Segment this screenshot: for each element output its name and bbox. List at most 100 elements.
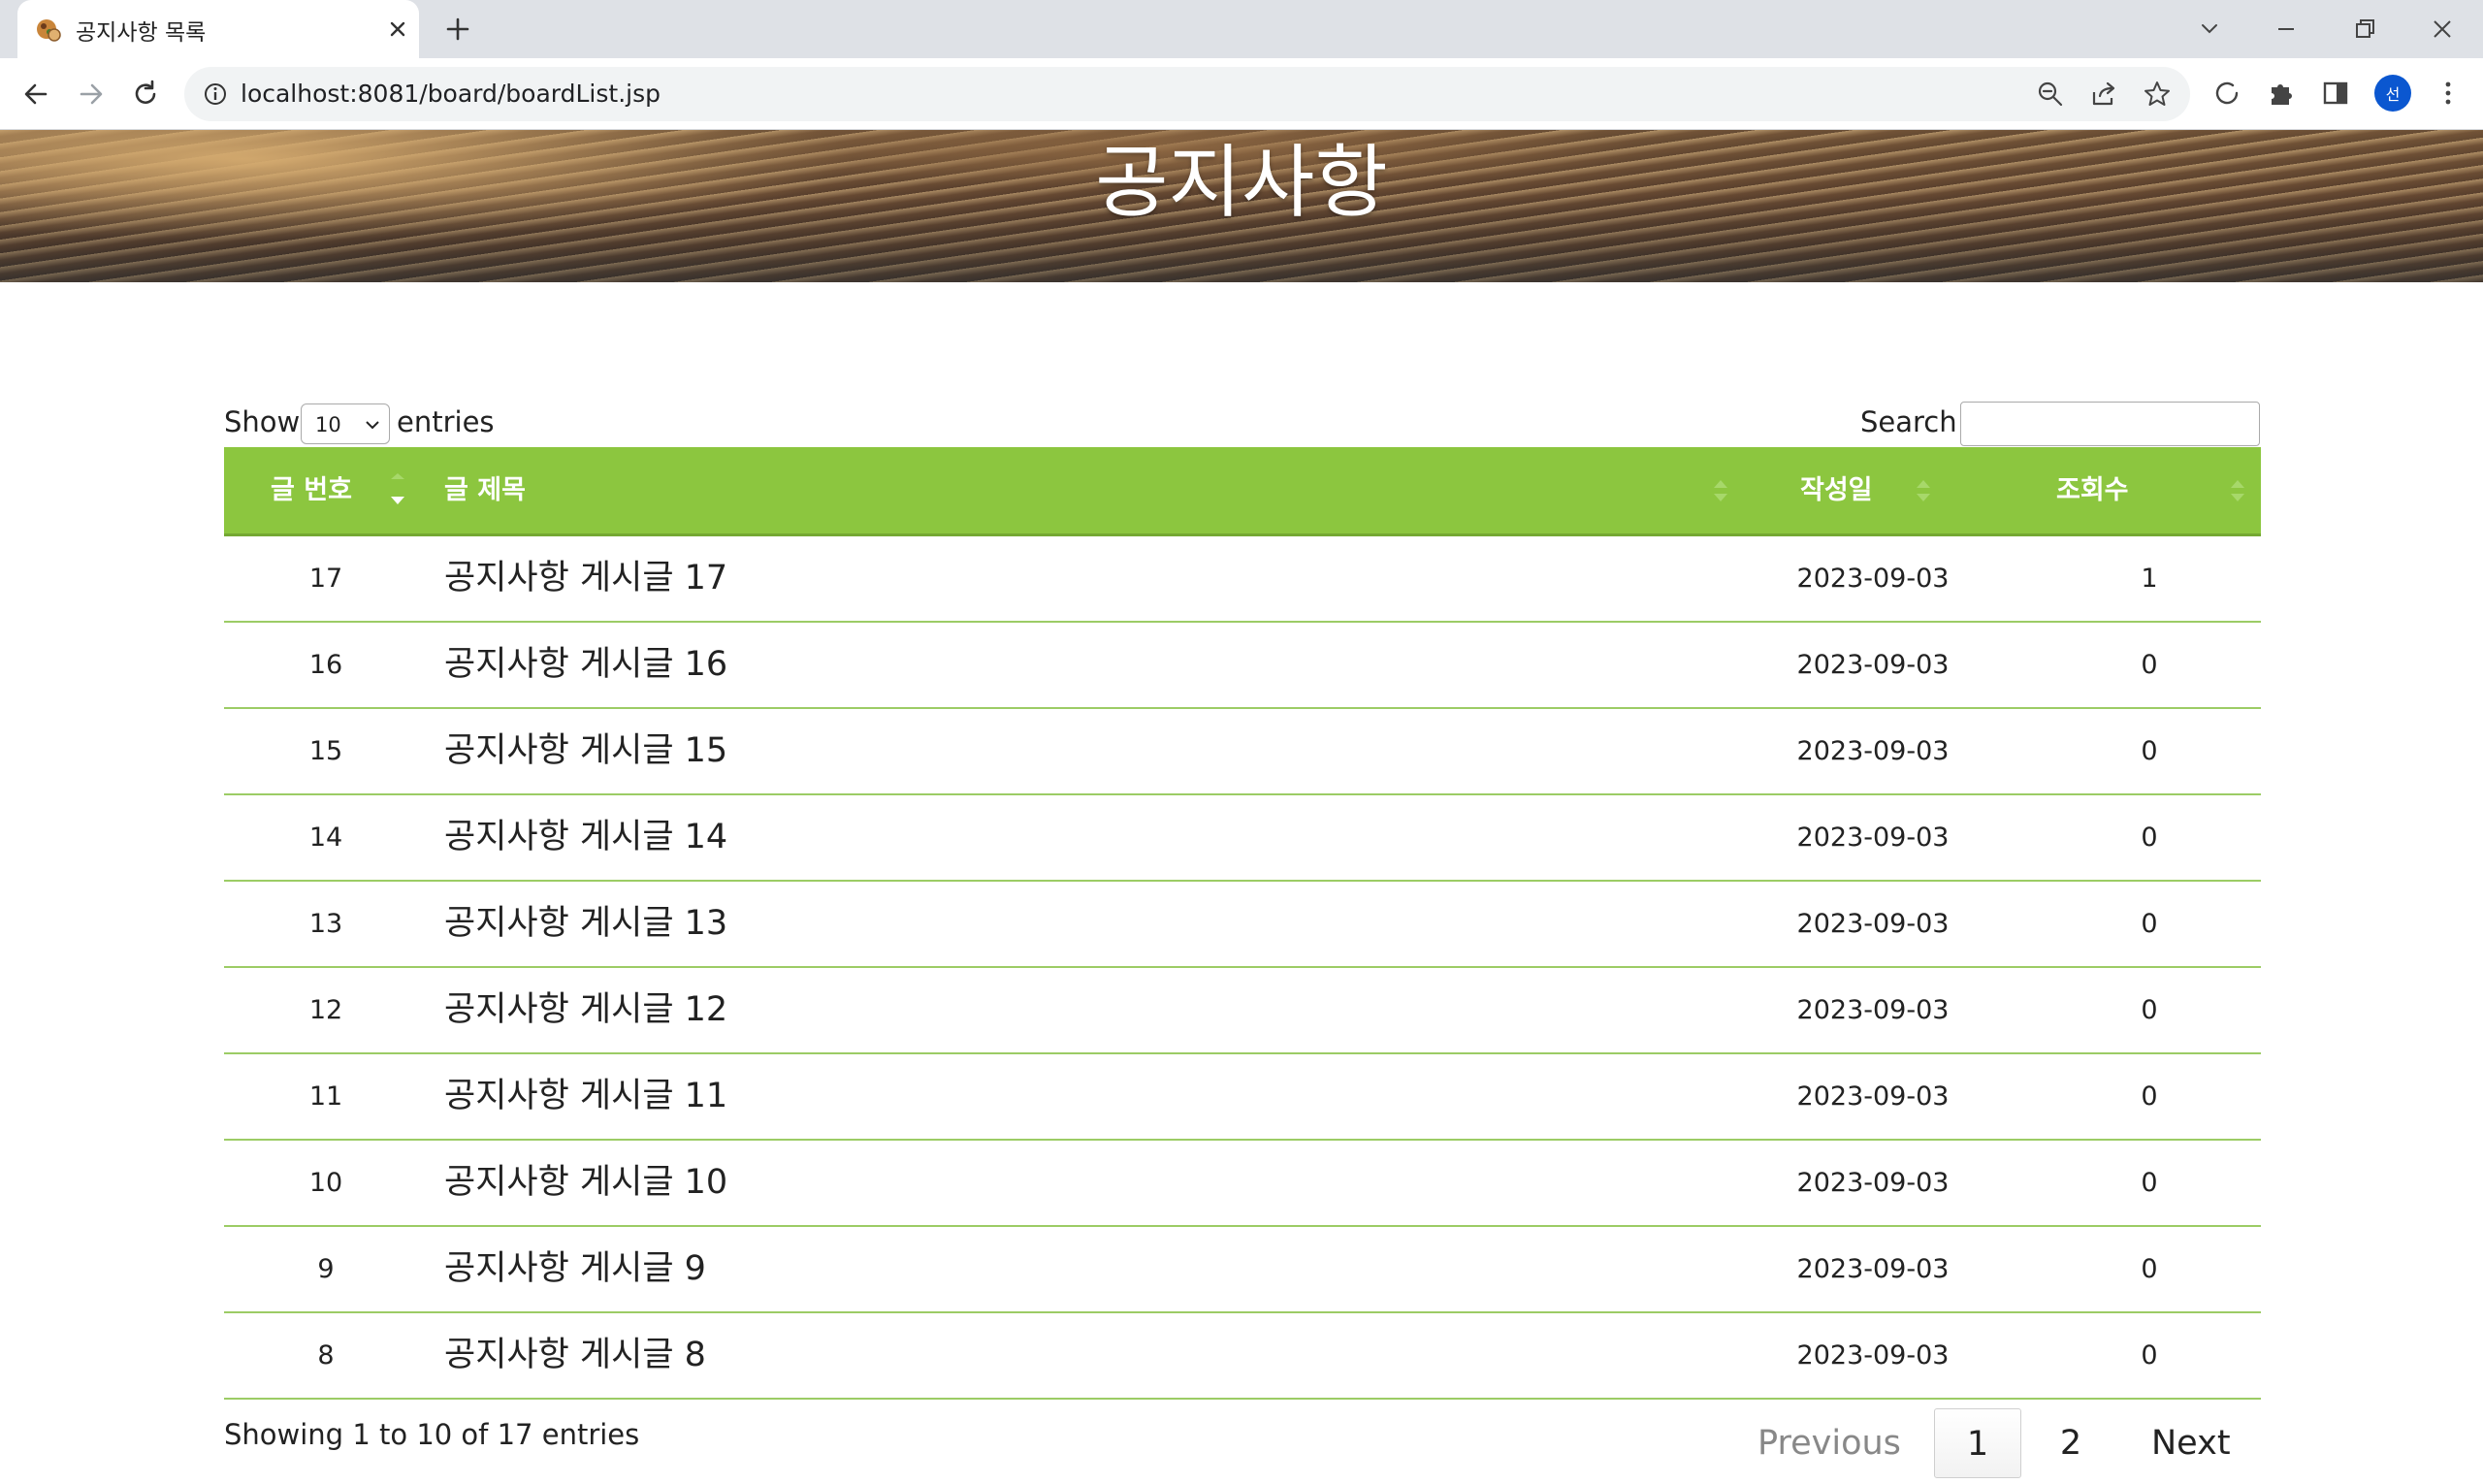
row-date: 2023-09-03 (1796, 564, 1950, 594)
share-icon[interactable] (2088, 79, 2119, 110)
row-title-link[interactable]: 공지사항 게시글 8 (444, 1313, 706, 1398)
site-favicon-icon (37, 19, 61, 42)
sort-both-icon[interactable] (1712, 471, 1729, 510)
row-number: 11 (308, 1081, 343, 1112)
notice-table: 글 번호 글 제목 작성일 조회수 17 공지사항 게시글 17 2023-09… (224, 447, 2261, 1400)
table-header: 글 번호 글 제목 작성일 조회수 (224, 447, 2261, 536)
row-date: 2023-09-03 (1796, 823, 1950, 853)
row-date: 2023-09-03 (1796, 995, 1950, 1025)
close-window-icon[interactable] (2425, 12, 2460, 47)
hero-banner: 공지사항 (0, 130, 2483, 282)
pagination-page-current[interactable]: 1 (1934, 1408, 2021, 1478)
row-title-link[interactable]: 공지사항 게시글 13 (444, 882, 727, 966)
table-row[interactable]: 11 공지사항 게시글 11 2023-09-03 0 (224, 1054, 2261, 1141)
row-title-link[interactable]: 공지사항 게시글 15 (444, 709, 727, 793)
row-title-link[interactable]: 공지사항 게시글 10 (444, 1141, 727, 1225)
row-number: 15 (308, 736, 343, 766)
url-text[interactable]: localhost:8081/board/boardList.jsp (241, 80, 661, 108)
sort-both-icon[interactable] (2229, 471, 2246, 510)
search-label: Search: (1860, 405, 1967, 438)
zoom-icon[interactable] (2035, 79, 2066, 110)
close-tab-icon[interactable] (384, 16, 411, 43)
row-number: 10 (308, 1168, 343, 1198)
page-title: 공지사항 (1095, 137, 1388, 229)
browser-tab[interactable]: 공지사항 목록 (17, 0, 419, 58)
column-header-date[interactable]: 작성일 (1800, 447, 1873, 533)
row-date: 2023-09-03 (1796, 1254, 1950, 1284)
row-number: 14 (308, 823, 343, 853)
back-icon[interactable] (17, 76, 54, 113)
browser-tab-strip: 공지사항 목록 (0, 0, 2483, 58)
table-row[interactable]: 13 공지사항 게시글 13 2023-09-03 0 (224, 882, 2261, 968)
row-views: 0 (2141, 823, 2158, 853)
chevron-down-icon (366, 421, 379, 430)
more-menu-icon[interactable] (2431, 76, 2466, 111)
new-tab-icon[interactable] (442, 14, 473, 45)
row-views: 0 (2141, 1168, 2158, 1198)
pagination-previous[interactable]: Previous (1757, 1408, 1901, 1478)
row-views: 0 (2141, 995, 2158, 1025)
table-row[interactable]: 16 공지사항 게시글 16 2023-09-03 0 (224, 623, 2261, 709)
row-number: 13 (308, 909, 343, 939)
reload-icon[interactable] (127, 76, 164, 113)
row-title-link[interactable]: 공지사항 게시글 11 (444, 1054, 727, 1139)
minimize-icon[interactable] (2269, 12, 2304, 47)
browser-toolbar: localhost:8081/board/boardList.jsp 선 (0, 58, 2483, 130)
row-date: 2023-09-03 (1796, 736, 1950, 766)
column-header-title[interactable]: 글 제목 (444, 447, 526, 533)
row-title-link[interactable]: 공지사항 게시글 17 (444, 536, 727, 621)
row-title-link[interactable]: 공지사항 게시글 12 (444, 968, 727, 1052)
row-date: 2023-09-03 (1796, 909, 1950, 939)
pagination-next[interactable]: Next (2151, 1408, 2231, 1478)
row-views: 0 (2141, 1081, 2158, 1112)
table-row[interactable]: 12 공지사항 게시글 12 2023-09-03 0 (224, 968, 2261, 1054)
row-date: 2023-09-03 (1796, 650, 1950, 680)
address-bar[interactable]: localhost:8081/board/boardList.jsp (184, 67, 2190, 121)
row-title-link[interactable]: 공지사항 게시글 9 (444, 1227, 706, 1311)
row-number: 16 (308, 650, 343, 680)
table-row[interactable]: 8 공지사항 게시글 8 2023-09-03 0 (224, 1313, 2261, 1400)
show-label: Show (224, 405, 301, 438)
row-title-link[interactable]: 공지사항 게시글 16 (444, 623, 727, 707)
site-info-icon[interactable] (202, 81, 229, 108)
row-title-link[interactable]: 공지사항 게시글 14 (444, 795, 727, 880)
page-size-select[interactable]: 10 (301, 403, 390, 444)
row-number: 17 (308, 564, 343, 594)
tab-search-chevron-icon[interactable] (2192, 12, 2227, 47)
table-info: Showing 1 to 10 of 17 entries (224, 1418, 640, 1451)
table-row[interactable]: 15 공지사항 게시글 15 2023-09-03 0 (224, 709, 2261, 795)
table-row[interactable]: 17 공지사항 게시글 17 2023-09-03 1 (224, 536, 2261, 623)
restore-icon[interactable] (2347, 12, 2382, 47)
extensions-puzzle-icon[interactable] (2264, 76, 2299, 111)
sort-both-icon[interactable] (1915, 471, 1932, 510)
row-number: 8 (317, 1340, 335, 1371)
column-header-no[interactable]: 글 번호 (271, 447, 352, 533)
row-views: 0 (2141, 736, 2158, 766)
row-views: 0 (2141, 1340, 2158, 1371)
row-date: 2023-09-03 (1796, 1168, 1950, 1198)
profile-avatar[interactable]: 선 (2374, 75, 2411, 112)
side-panel-icon[interactable] (2318, 76, 2353, 111)
row-number: 12 (308, 995, 343, 1025)
row-date: 2023-09-03 (1796, 1340, 1950, 1371)
table-row[interactable]: 14 공지사항 게시글 14 2023-09-03 0 (224, 795, 2261, 882)
row-views: 0 (2141, 650, 2158, 680)
forward-icon[interactable] (73, 76, 110, 113)
pagination-page-2[interactable]: 2 (2047, 1408, 2095, 1478)
row-date: 2023-09-03 (1796, 1081, 1950, 1112)
sort-desc-icon[interactable] (389, 473, 406, 512)
table-row[interactable]: 10 공지사항 게시글 10 2023-09-03 0 (224, 1141, 2261, 1227)
table-row[interactable]: 9 공지사항 게시글 9 2023-09-03 0 (224, 1227, 2261, 1313)
row-views: 0 (2141, 1254, 2158, 1284)
entries-label: entries (397, 405, 495, 438)
page-size-value: 10 (315, 413, 341, 436)
row-number: 9 (317, 1254, 335, 1284)
table-controls: Show 10 entries Search: (224, 400, 2261, 446)
search-input[interactable] (1960, 402, 2260, 446)
column-header-views[interactable]: 조회수 (2056, 447, 2129, 533)
row-views: 1 (2141, 564, 2158, 594)
bookmark-star-icon[interactable] (2142, 79, 2173, 110)
extension-sync-icon[interactable] (2209, 76, 2244, 111)
row-views: 0 (2141, 909, 2158, 939)
tab-title: 공지사항 목록 (76, 20, 207, 46)
